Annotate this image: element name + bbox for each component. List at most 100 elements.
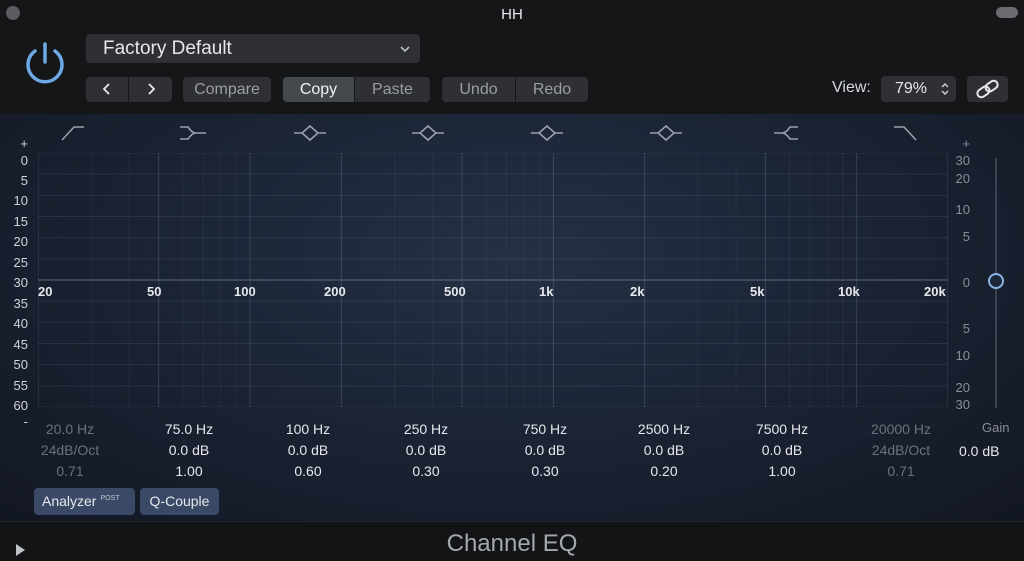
db-scale-left-label: 10 <box>13 193 28 208</box>
view-label: View: <box>832 79 871 96</box>
band-1-q[interactable]: 0.71 <box>25 463 115 479</box>
db-scale-left-label: 50 <box>13 357 28 372</box>
high-shelf-icon <box>774 126 798 140</box>
title-bar: HH <box>0 0 1024 28</box>
db-scale-right-label: 5 <box>962 321 970 336</box>
analyzer-button[interactable]: Analyzer POST <box>34 488 135 515</box>
frequency-label: 500 <box>444 284 466 299</box>
preset-dropdown[interactable]: Factory Default <box>86 34 420 63</box>
paste-button[interactable]: Paste <box>355 77 430 102</box>
band-3-gain[interactable]: 0.0 dB <box>263 442 353 458</box>
db-scale-left-label: 30 <box>13 275 28 290</box>
high-cut-icon <box>894 126 917 141</box>
frequency-label: 2k <box>630 284 645 299</box>
band-6-q[interactable]: 0.20 <box>619 463 709 479</box>
redo-button[interactable]: Redo <box>516 77 588 102</box>
band-1-freq[interactable]: 20.0 Hz <box>25 421 115 437</box>
gain-value[interactable]: 0.0 dB <box>959 443 999 459</box>
plugin-name: Channel EQ <box>446 530 578 557</box>
db-scale-right-label: + <box>962 136 970 151</box>
bell-band-4-icon <box>650 124 682 142</box>
frequency-label: 200 <box>324 284 346 299</box>
frequency-label: 5k <box>750 284 765 299</box>
band-5-q[interactable]: 0.30 <box>500 463 590 479</box>
power-icon[interactable] <box>20 38 70 88</box>
db-scale-right-label: 10 <box>955 348 970 363</box>
db-scale-left-label: 35 <box>13 296 28 311</box>
view-zoom-stepper[interactable]: 79% <box>881 76 956 102</box>
band-8-freq[interactable]: 20000 Hz <box>856 421 946 437</box>
next-preset-button[interactable] <box>129 77 172 102</box>
db-scale-left-label: 25 <box>13 255 28 270</box>
frequency-label: 100 <box>234 284 256 299</box>
chevron-right-icon <box>147 83 155 95</box>
plugin-footer: Channel EQ <box>0 521 1024 561</box>
band-7-gain[interactable]: 0.0 dB <box>737 442 827 458</box>
band-4-q[interactable]: 0.30 <box>381 463 471 479</box>
stepper-icon <box>941 83 949 95</box>
band-4-gain[interactable]: 0.0 dB <box>381 442 471 458</box>
band-8-gain[interactable]: 24dB/Oct <box>856 442 946 458</box>
link-button[interactable] <box>967 76 1008 102</box>
gain-slider-handle[interactable] <box>988 273 1004 289</box>
db-scale-right-label: 10 <box>955 202 970 217</box>
low-shelf-icon <box>180 126 206 140</box>
band-2-freq[interactable]: 75.0 Hz <box>144 421 234 437</box>
db-scale-left-label: 0 <box>20 153 28 168</box>
frequency-label: 1k <box>539 284 554 299</box>
db-scale-right-label: 5 <box>962 229 970 244</box>
band-5-freq[interactable]: 750 Hz <box>500 421 590 437</box>
db-scale-left-label: 20 <box>13 234 28 249</box>
db-scale-right-label: 20 <box>955 380 970 395</box>
band-7-freq[interactable]: 7500 Hz <box>737 421 827 437</box>
previous-preset-button[interactable] <box>86 77 128 102</box>
bell-band-1-icon <box>294 124 326 142</box>
band-3-freq[interactable]: 100 Hz <box>263 421 353 437</box>
db-scale-left-label: 15 <box>13 214 28 229</box>
db-scale-right-label: 30 <box>955 153 970 168</box>
bell-band-2-icon <box>412 124 444 142</box>
band-6-gain[interactable]: 0.0 dB <box>619 442 709 458</box>
undo-button[interactable]: Undo <box>442 77 515 102</box>
db-scale-right-label: 30 <box>955 397 970 412</box>
db-scale-left-label: 45 <box>13 337 28 352</box>
window-resize-button[interactable] <box>996 7 1018 18</box>
band-6-freq[interactable]: 2500 Hz <box>619 421 709 437</box>
compare-button[interactable]: Compare <box>183 77 271 102</box>
copy-button[interactable]: Copy <box>283 77 354 102</box>
band-8-q[interactable]: 0.71 <box>856 463 946 479</box>
gain-label: Gain <box>982 420 1010 435</box>
db-scale-right-label: 20 <box>955 171 970 186</box>
band-type-icons <box>61 124 917 142</box>
band-2-q[interactable]: 1.00 <box>144 463 234 479</box>
eq-graph[interactable] <box>38 153 948 407</box>
db-scale-left-label: + <box>20 136 28 151</box>
band-1-gain[interactable]: 24dB/Oct <box>25 442 115 458</box>
q-couple-button[interactable]: Q-Couple <box>140 488 219 515</box>
view-zoom-value: 79% <box>895 80 928 97</box>
band-7-q[interactable]: 1.00 <box>737 463 827 479</box>
db-scale-left-label: 40 <box>13 316 28 331</box>
analyzer-post-badge: POST <box>100 495 120 502</box>
frequency-label: 50 <box>147 284 162 299</box>
plugin-header: Factory Default Compare Copy Paste Undo … <box>0 28 1024 114</box>
bell-band-3-icon <box>531 124 563 142</box>
db-scale-left-label: 55 <box>13 378 28 393</box>
link-icon <box>976 79 999 99</box>
analyzer-label: Analyzer <box>42 493 97 509</box>
chevron-left-icon <box>102 83 110 95</box>
window-title: HH <box>501 6 523 23</box>
db-scale-left-label: 60 <box>13 398 28 413</box>
chevron-down-icon <box>400 46 410 53</box>
band-3-q[interactable]: 0.60 <box>263 463 353 479</box>
band-5-gain[interactable]: 0.0 dB <box>500 442 590 458</box>
preset-name: Factory Default <box>103 38 232 59</box>
db-scale-left-label: 5 <box>20 173 28 188</box>
band-2-gain[interactable]: 0.0 dB <box>144 442 234 458</box>
frequency-label: 20k <box>924 284 946 299</box>
db-scale-left-label: - <box>23 414 28 429</box>
band-4-freq[interactable]: 250 Hz <box>381 421 471 437</box>
frequency-label: 10k <box>838 284 860 299</box>
low-cut-icon <box>61 126 84 141</box>
frequency-label: 20 <box>38 284 53 299</box>
